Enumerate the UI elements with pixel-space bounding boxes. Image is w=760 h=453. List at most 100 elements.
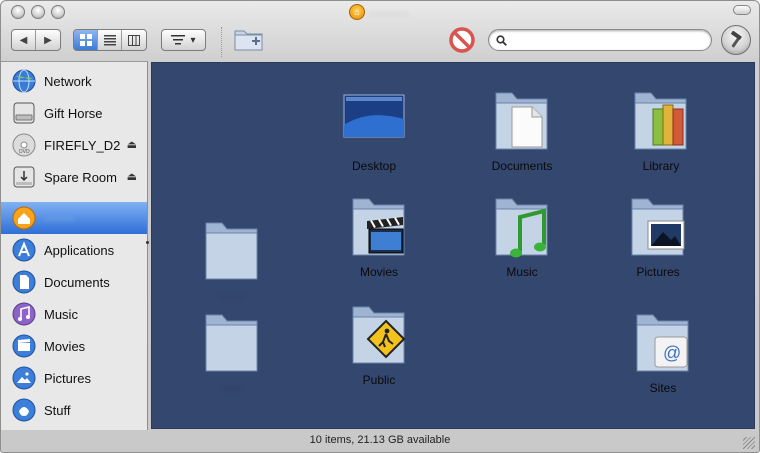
folder-label: Documents xyxy=(491,159,553,173)
sidebar-item-gift-horse[interactable]: Gift Horse xyxy=(1,97,147,129)
folder-item-blurred-2[interactable]: ····· xyxy=(177,307,287,395)
folder-icon xyxy=(205,314,258,372)
sidebar-item-label: Gift Horse xyxy=(44,105,103,121)
toolbar-separator xyxy=(221,27,222,57)
folder-label: Music xyxy=(506,265,538,279)
hammer-icon xyxy=(731,31,742,48)
sidebar-item-home[interactable]: ······· xyxy=(1,202,147,234)
title-toolbar: ⌂ ········ ◀ ▶ ▾ xyxy=(1,1,759,61)
sidebar: Network Gift Horse DVD FIREFLY_D2 ⏏ Spar… xyxy=(1,61,148,430)
network-globe-icon xyxy=(12,69,36,93)
folder-label: ····· xyxy=(222,381,242,395)
window-title: ········ xyxy=(369,6,409,20)
sidebar-item-documents[interactable]: Documents xyxy=(1,266,147,298)
forward-button[interactable]: ▶ xyxy=(36,30,60,50)
hard-drive-icon xyxy=(13,102,35,124)
folder-item-music[interactable]: Music xyxy=(467,191,577,279)
prohibited-icon[interactable] xyxy=(448,26,476,54)
folder-label: Public xyxy=(362,373,396,387)
sidebar-item-spare-room[interactable]: Spare Room ⏏ xyxy=(1,161,147,193)
sidebar-resize-handle[interactable] xyxy=(146,241,149,244)
column-view-icon xyxy=(128,34,140,46)
eject-icon[interactable]: ⏏ xyxy=(127,138,137,151)
search-field[interactable] xyxy=(488,29,712,51)
sites-folder-icon: @ xyxy=(636,314,689,372)
folder-item-desktop[interactable]: Desktop xyxy=(319,85,429,173)
minimize-window-button[interactable] xyxy=(31,5,45,19)
chevron-down-icon: ▾ xyxy=(190,34,196,46)
list-view-button[interactable] xyxy=(98,30,122,50)
back-button[interactable]: ◀ xyxy=(12,30,36,50)
folder-label: Sites xyxy=(649,381,677,395)
folder-item-blurred-1[interactable]: ····· xyxy=(177,215,287,303)
zoom-window-button[interactable] xyxy=(51,5,65,19)
folder-item-library[interactable]: Library xyxy=(606,85,716,173)
folder-icon xyxy=(205,222,258,280)
column-view-button[interactable] xyxy=(122,30,146,50)
folder-item-documents[interactable]: Documents xyxy=(467,85,577,173)
close-window-button[interactable] xyxy=(11,5,25,19)
documents-folder-icon xyxy=(495,92,548,150)
action-gear-button[interactable] xyxy=(721,25,751,55)
movies-icon xyxy=(12,334,36,358)
pictures-folder-icon xyxy=(631,198,685,256)
sidebar-item-stuff[interactable]: Stuff xyxy=(1,394,147,426)
list-view-icon xyxy=(103,34,116,45)
sidebar-item-label: Documents xyxy=(44,274,110,290)
music-folder-icon xyxy=(495,198,548,258)
search-input[interactable] xyxy=(511,33,701,47)
new-folder-icon[interactable] xyxy=(233,25,265,53)
dvd-disc-icon: DVD xyxy=(12,133,36,157)
folder-item-public[interactable]: Public xyxy=(324,299,434,387)
view-mode-control xyxy=(73,29,147,51)
library-folder-icon xyxy=(634,92,687,150)
sidebar-item-firefly[interactable]: DVD FIREFLY_D2 ⏏ xyxy=(1,129,147,161)
forward-arrow-icon: ▶ xyxy=(44,34,52,46)
sidebar-item-music[interactable]: Music xyxy=(1,298,147,330)
status-bar: 10 items, 21.13 GB available xyxy=(1,430,759,452)
sidebar-item-label: ······· xyxy=(44,210,75,226)
svg-text:DVD: DVD xyxy=(19,149,30,155)
sidebar-item-label: Stuff xyxy=(44,402,71,418)
svg-text:@: @ xyxy=(663,343,681,363)
folder-item-sites[interactable]: @ Sites xyxy=(608,307,718,395)
search-icon xyxy=(496,34,507,46)
sidebar-item-label: Spare Room xyxy=(44,169,117,185)
movies-folder-icon xyxy=(352,198,405,256)
status-text: 10 items, 21.13 GB available xyxy=(309,434,451,446)
home-icon xyxy=(12,206,36,230)
music-icon xyxy=(12,302,36,326)
sidebar-item-label: Music xyxy=(44,306,78,322)
toolbar-toggle-button[interactable] xyxy=(733,5,751,15)
folder-item-movies[interactable]: Movies xyxy=(324,191,434,279)
folder-label: Movies xyxy=(359,265,398,279)
stuff-icon xyxy=(12,398,36,422)
eject-icon[interactable]: ⏏ xyxy=(127,170,137,183)
folder-label: ····· xyxy=(222,289,242,303)
pictures-icon xyxy=(12,366,36,390)
arrange-icon xyxy=(171,35,186,45)
icon-view-area[interactable]: Desktop Documents Library ····· Movies M… xyxy=(151,62,755,429)
finder-window: ⌂ ········ ◀ ▶ ▾ Network Gift Horse DVD … xyxy=(0,0,760,453)
arrange-menu-button[interactable]: ▾ xyxy=(161,29,206,51)
back-arrow-icon: ◀ xyxy=(19,34,28,46)
sidebar-item-pictures[interactable]: Pictures xyxy=(1,362,147,394)
folder-label: Pictures xyxy=(636,265,680,279)
network-drive-icon xyxy=(13,166,35,188)
sidebar-item-label: Network xyxy=(44,73,92,89)
folder-label: Desktop xyxy=(351,159,397,173)
resize-grip[interactable] xyxy=(743,437,755,449)
sidebar-item-label: Applications xyxy=(44,242,115,258)
back-forward-control: ◀ ▶ xyxy=(11,29,61,51)
icon-view-button[interactable] xyxy=(74,30,98,50)
icon-view-icon xyxy=(79,34,92,46)
sidebar-item-label: FIREFLY_D2 xyxy=(44,137,121,153)
sidebar-item-movies[interactable]: Movies xyxy=(1,330,147,362)
folder-item-pictures[interactable]: Pictures xyxy=(603,191,713,279)
sidebar-item-label: Movies xyxy=(44,338,86,354)
public-folder-icon xyxy=(352,306,406,364)
documents-icon xyxy=(12,270,36,294)
sidebar-item-network[interactable]: Network xyxy=(1,65,147,97)
applications-icon xyxy=(12,238,36,262)
sidebar-item-applications[interactable]: Applications xyxy=(1,234,147,266)
